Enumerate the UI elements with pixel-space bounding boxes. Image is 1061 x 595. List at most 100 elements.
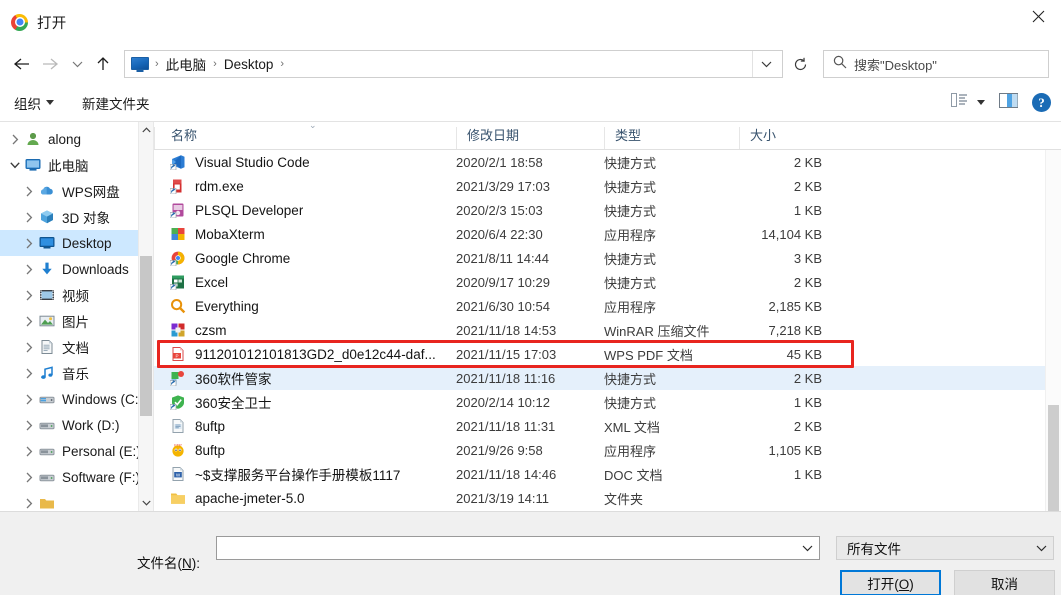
sidebar-item-此电脑[interactable]: 此电脑 xyxy=(0,152,153,178)
chevron-right-icon[interactable] xyxy=(20,342,38,353)
filename-input[interactable] xyxy=(216,536,820,560)
folder-icon xyxy=(170,490,187,507)
sidebar-item-Downloads[interactable]: Downloads xyxy=(0,256,153,282)
navigation-bar: › 此电脑 › Desktop › 搜索"Desktop" xyxy=(0,44,1061,84)
sidebar-item-文档[interactable]: 文档 xyxy=(0,334,153,360)
view-mode-button[interactable] xyxy=(951,93,985,112)
chevron-right-icon[interactable] xyxy=(20,368,38,379)
recent-locations-button[interactable] xyxy=(66,49,88,79)
file-name-cell: czsm xyxy=(154,322,456,339)
table-row[interactable]: 360安全卫士2020/2/14 10:12快捷方式1 KB xyxy=(154,390,1061,414)
path-dropdown-icon[interactable] xyxy=(752,51,780,77)
filelist-scrollbar[interactable] xyxy=(1045,150,1061,511)
scroll-up-icon[interactable] xyxy=(139,122,153,138)
up-button[interactable] xyxy=(88,49,118,79)
table-row[interactable]: MobaXterm2020/6/4 22:30应用程序14,104 KB xyxy=(154,222,1061,246)
table-row[interactable]: FTP8uftp2021/9/26 9:58应用程序1,105 KB xyxy=(154,438,1061,462)
sidebar-item-along[interactable]: along xyxy=(0,126,153,152)
sidebar-item-partial[interactable] xyxy=(0,490,153,511)
sidebar-item-3D 对象[interactable]: 3D 对象 xyxy=(0,204,153,230)
forward-button[interactable] xyxy=(36,49,66,79)
plsql-icon xyxy=(170,202,187,219)
sidebar-item-label: Personal (E:) xyxy=(62,444,141,459)
chevron-right-icon[interactable] xyxy=(20,446,38,457)
sidebar-item-label: Downloads xyxy=(62,262,129,277)
table-row[interactable]: apache-jmeter-5.02021/3/19 14:11文件夹 xyxy=(154,486,1061,510)
file-name-cell: MobaXterm xyxy=(154,226,456,243)
new-folder-button[interactable]: 新建文件夹 xyxy=(82,93,150,113)
file-date: 2020/9/17 10:29 xyxy=(456,275,550,290)
chevron-right-icon[interactable] xyxy=(20,472,38,483)
file-type-cell: 快捷方式 xyxy=(604,369,739,388)
column-header-size[interactable]: 大小 xyxy=(739,127,824,149)
chevron-right-icon[interactable] xyxy=(20,186,38,197)
chevron-down-icon[interactable] xyxy=(6,161,24,169)
chevron-right-icon[interactable] xyxy=(20,290,38,301)
chevron-right-icon[interactable] xyxy=(6,134,24,145)
column-header-name[interactable]: 名称 xyxy=(154,127,456,149)
table-row[interactable]: rdm.exe2021/3/29 17:03快捷方式2 KB xyxy=(154,174,1061,198)
sidebar-item-Personal (E:)[interactable]: Personal (E:) xyxy=(0,438,153,464)
chevron-right-icon[interactable] xyxy=(20,316,38,327)
table-row[interactable]: Visual Studio Code2020/2/1 18:58快捷方式2 KB xyxy=(154,150,1061,174)
breadcrumb-item-desktop[interactable]: Desktop xyxy=(220,57,278,72)
file-type: 应用程序 xyxy=(604,441,656,460)
preview-pane-button[interactable] xyxy=(999,93,1018,113)
file-date-cell: 2020/2/1 18:58 xyxy=(456,155,604,170)
refresh-icon[interactable] xyxy=(783,49,817,79)
file-type-filter[interactable]: 所有文件 xyxy=(836,536,1054,560)
column-header-type[interactable]: 类型 xyxy=(604,127,739,149)
table-row[interactable]: Google Chrome2021/8/11 14:44快捷方式3 KB xyxy=(154,246,1061,270)
table-row[interactable]: czsm2021/11/18 14:53WinRAR 压缩文件7,218 KB xyxy=(154,318,1061,342)
table-row[interactable]: P911201012101813GD2_d0e12c44-daf...2021/… xyxy=(154,342,1061,366)
sidebar-scroll-thumb[interactable] xyxy=(140,256,152,416)
table-row[interactable]: Excel2020/9/17 10:29快捷方式2 KB xyxy=(154,270,1061,294)
organize-button[interactable]: 组织 xyxy=(14,93,54,113)
sidebar-item-视频[interactable]: 视频 xyxy=(0,282,153,308)
chevron-right-icon[interactable] xyxy=(20,420,38,431)
sidebar-scroll-track[interactable] xyxy=(139,138,153,495)
table-row[interactable]: 8uftp2021/11/18 11:31XML 文档2 KB xyxy=(154,414,1061,438)
chevron-right-icon[interactable] xyxy=(20,394,38,405)
sidebar-item-音乐[interactable]: 音乐 xyxy=(0,360,153,386)
open-button[interactable]: 打开(O) xyxy=(840,570,941,595)
table-row[interactable]: 360软件管家2021/11/18 11:16快捷方式2 KB xyxy=(154,366,1061,390)
chevron-right-icon[interactable] xyxy=(20,498,38,509)
file-date-cell: 2021/11/18 14:46 xyxy=(456,467,604,482)
table-row[interactable]: PLSQL Developer2020/2/3 15:03快捷方式1 KB xyxy=(154,198,1061,222)
file-type-cell: 快捷方式 xyxy=(604,201,739,220)
sidebar-item-Desktop[interactable]: Desktop xyxy=(0,230,153,256)
breadcrumb-item-this-pc[interactable]: 此电脑 xyxy=(162,54,211,74)
filelist-scroll-thumb[interactable] xyxy=(1048,405,1059,525)
file-type: 快捷方式 xyxy=(604,249,656,268)
search-input[interactable]: 搜索"Desktop" xyxy=(823,50,1049,78)
chevron-right-icon[interactable] xyxy=(20,238,38,249)
filename-dropdown-icon[interactable] xyxy=(796,537,818,559)
sidebar-item-Windows (C:)[interactable]: Windows (C:) xyxy=(0,386,153,412)
command-bar: 组织 新建文件夹 xyxy=(0,84,1061,122)
sidebar-item-图片[interactable]: 图片 xyxy=(0,308,153,334)
help-button[interactable]: ? xyxy=(1032,93,1051,112)
chevron-right-icon[interactable] xyxy=(20,264,38,275)
scroll-down-icon[interactable] xyxy=(139,495,153,511)
sidebar-item-WPS网盘[interactable]: WPS网盘 xyxy=(0,178,153,204)
close-icon[interactable] xyxy=(1016,0,1061,32)
chevron-right-icon[interactable] xyxy=(20,212,38,223)
cancel-button[interactable]: 取消 xyxy=(954,570,1055,595)
sidebar-item-Work (D:)[interactable]: Work (D:) xyxy=(0,412,153,438)
breadcrumb[interactable]: › 此电脑 › Desktop › xyxy=(124,50,783,78)
table-row[interactable]: W~$支撑服务平台操作手册模板11172021/11/18 14:46DOC 文… xyxy=(154,462,1061,486)
breadcrumb-separator: › xyxy=(152,58,162,70)
360-safe-icon xyxy=(170,394,187,411)
file-date: 2021/8/11 14:44 xyxy=(456,251,549,266)
sidebar-scrollbar[interactable] xyxy=(138,122,153,511)
file-name: ~$支撑服务平台操作手册模板1117 xyxy=(195,464,400,484)
title-bar: 打开 xyxy=(0,0,1061,44)
file-type-cell: 快捷方式 xyxy=(604,273,739,292)
table-row[interactable]: Everything2021/6/30 10:54应用程序2,185 KB xyxy=(154,294,1061,318)
file-name-cell: W~$支撑服务平台操作手册模板1117 xyxy=(154,464,456,484)
back-button[interactable] xyxy=(6,49,36,79)
sidebar-item-Software (F:)[interactable]: Software (F:) xyxy=(0,464,153,490)
360-soft-icon xyxy=(170,370,187,387)
column-header-date[interactable]: 修改日期 xyxy=(456,127,604,149)
